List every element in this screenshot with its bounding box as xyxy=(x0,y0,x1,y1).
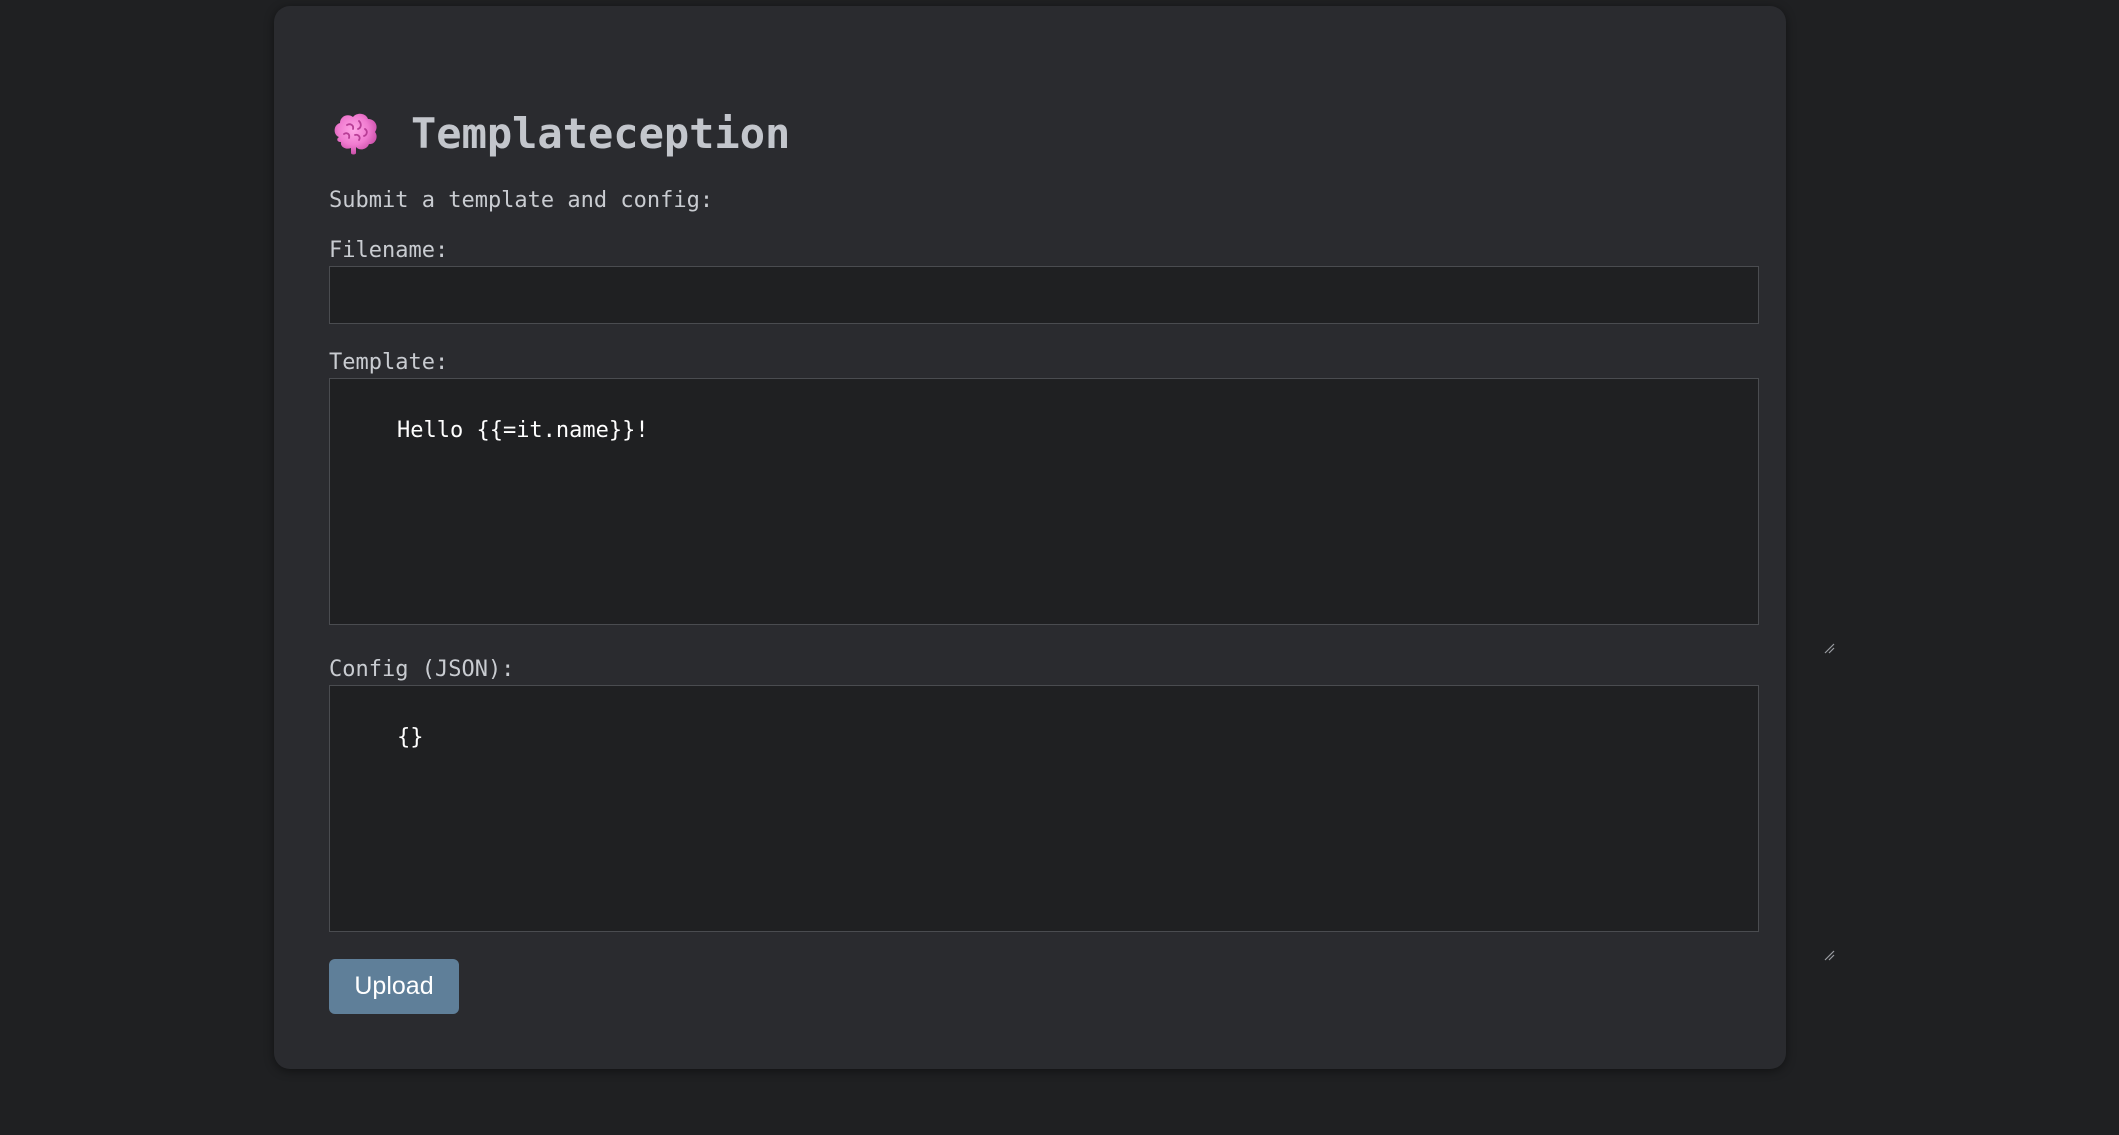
form-intro: Submit a template and config: xyxy=(329,188,714,213)
template-textarea[interactable]: Hello {{=it.name}}! xyxy=(329,378,1835,654)
header: Templateception xyxy=(329,100,790,166)
config-text: {} xyxy=(396,725,424,750)
page-title: Templateception xyxy=(411,108,791,158)
resize-grip-icon[interactable] xyxy=(1744,610,1835,654)
config-textarea[interactable]: {} xyxy=(329,685,1835,961)
upload-button[interactable]: Upload xyxy=(329,959,459,1014)
template-text: Hello {{=it.name}}! xyxy=(396,418,649,443)
resize-grip-icon[interactable] xyxy=(1744,917,1835,961)
upload-card: Templateception Submit a template and co… xyxy=(274,6,1835,1069)
template-label: Template: xyxy=(329,350,449,375)
filename-label: Filename: xyxy=(329,238,449,263)
filename-input[interactable] xyxy=(329,266,1759,324)
brain-icon xyxy=(329,107,381,159)
config-label: Config (JSON): xyxy=(329,657,515,682)
